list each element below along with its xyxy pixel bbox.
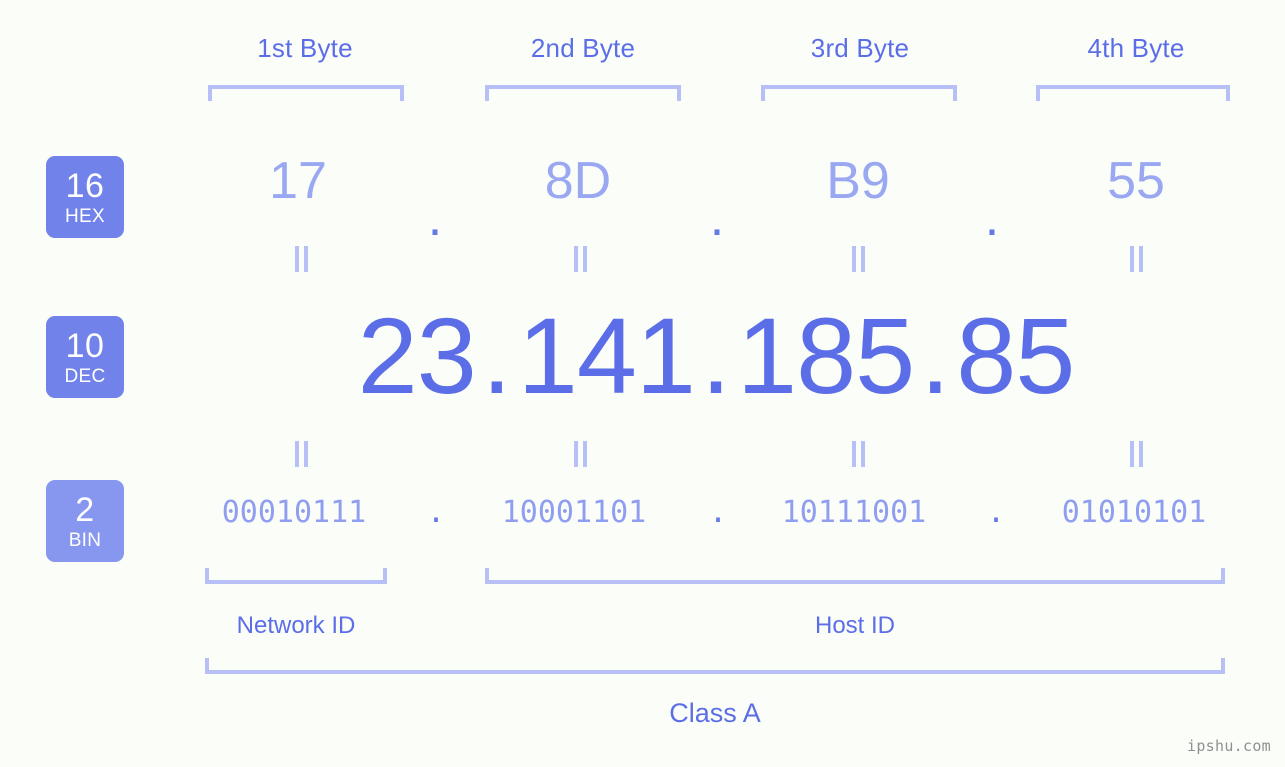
base-badge-hex-number: 16 [65,166,105,205]
equals-mark-dec-bin-1 [286,441,316,467]
dec-separator-1: . [481,295,512,416]
equals-mark-dec-bin-3 [843,441,873,467]
watermark: ipshu.com [1187,737,1271,755]
host-id-label: Host ID [814,612,895,639]
equals-mark-hex-dec-2 [565,246,595,272]
bin-separator-2: . [708,495,728,530]
hex-separator-3: . [984,189,1000,247]
hex-octet-3: B9 [826,152,890,210]
class-label: Class A [669,698,761,728]
equals-mark-hex-dec-3 [843,246,873,272]
dec-separator-2: . [700,295,731,416]
base-badge-bin: 2 BIN [46,480,124,562]
ip-address-breakdown-diagram: 1st Byte 2nd Byte 3rd Byte 4th Byte 16 H… [0,0,1285,767]
hex-octet-4: 55 [1107,152,1165,210]
byte-header-label-4: 4th Byte [1087,33,1185,63]
dec-octet-4: 85 [956,295,1075,416]
byte-bracket-2 [485,85,681,101]
hex-separator-1: . [427,189,443,247]
byte-header-label-3: 3rd Byte [810,33,910,63]
bin-octet-3: 10111001 [781,495,927,530]
equals-mark-hex-dec-1 [286,246,316,272]
byte-header-label-2: 2nd Byte [530,33,636,63]
byte-bracket-4 [1036,85,1230,101]
equals-mark-dec-bin-2 [565,441,595,467]
bin-octet-2: 10001101 [501,495,647,530]
bin-separator-1: . [426,495,446,530]
equals-mark-hex-dec-4 [1121,246,1151,272]
host-id-bracket [485,568,1225,584]
decimal-row: 23 . 141 . 185 . 85 [0,296,1285,416]
dec-octet-3: 185 [737,295,915,416]
base-badge-hex: 16 HEX [46,156,124,238]
base-badge-hex-name: HEX [65,205,105,227]
dec-octet-1: 23 [357,295,477,416]
dec-octet-2: 141 [517,295,696,416]
byte-bracket-1 [208,85,404,101]
hex-separator-2: . [709,189,725,247]
base-badge-bin-number: 2 [75,490,95,529]
bin-separator-3: . [986,495,1006,530]
network-id-bracket [205,568,387,584]
dec-separator-3: . [920,295,951,416]
equals-mark-dec-bin-4 [1121,441,1151,467]
hex-octet-1: 17 [269,152,327,210]
byte-bracket-3 [761,85,957,101]
bin-octet-1: 00010111 [221,495,367,530]
bin-octet-4: 01010101 [1061,495,1207,530]
hex-octet-2: 8D [544,152,612,210]
byte-header-label-1: 1st Byte [257,33,353,63]
network-id-label: Network ID [236,612,356,639]
base-badge-bin-name: BIN [68,529,102,551]
class-bracket [205,658,1225,674]
